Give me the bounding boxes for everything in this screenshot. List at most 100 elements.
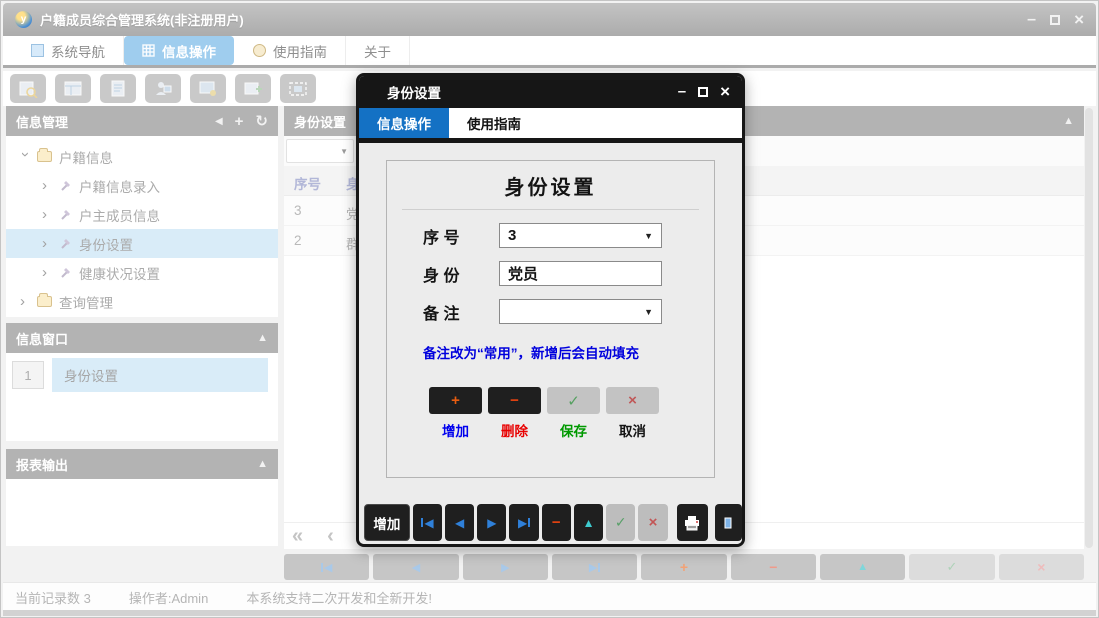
form-action-buttons: + − ✓ × [429,387,714,414]
toolbar-edit-button[interactable]: ▲ [574,504,603,541]
dialog-minimize-icon[interactable]: – [678,88,686,96]
form-table-button[interactable] [55,74,91,103]
dialog-tab-user-guide[interactable]: 使用指南 [449,108,539,138]
pager-first-icon[interactable]: « [292,525,303,548]
chevron-right-icon[interactable]: › [20,297,30,307]
snapshot-region-icon [288,81,308,97]
collapse-up-icon[interactable]: ▲ [257,332,268,344]
dropdown-arrow-icon[interactable]: ▼ [644,307,653,317]
add-record-button[interactable]: + [641,554,726,580]
search-book-icon [18,80,38,98]
close-icon[interactable]: × [1074,14,1084,26]
tool-icon [59,266,72,279]
tab-label: 系统导航 [51,41,105,61]
toolbar-first-button[interactable]: ◀ [413,504,442,541]
panel-title: 信息窗口 [16,329,68,348]
nav-tab-bar: 系统导航 信息操作 使用指南 关于 [3,36,1096,68]
dropdown-arrow-icon[interactable]: ▼ [644,231,653,241]
window-bottom-edge [3,610,1096,616]
dialog-close-icon[interactable]: × [720,86,730,98]
seq-select[interactable]: 3 ▼ [499,223,662,248]
next-record-button[interactable]: ▶ [463,554,548,580]
chevron-right-icon[interactable]: › [42,181,52,191]
toolbar-cancel-button[interactable]: × [638,504,667,541]
tab-system-nav[interactable]: 系统导航 [13,36,124,65]
delete-record-button[interactable]: − [731,554,816,580]
restore-icon[interactable] [1050,15,1060,25]
info-window-item-index[interactable]: 1 [12,361,44,389]
toolbar-prev-button[interactable]: ◀ [445,504,474,541]
toolbar-last-button[interactable]: ▶ [509,504,538,541]
chevron-right-icon[interactable]: › [42,239,52,249]
confirm-record-button[interactable]: ✓ [909,554,994,580]
guide-icon [253,44,266,57]
add-icon[interactable]: + [235,113,244,130]
tab-label: 关于 [364,41,391,61]
user-button[interactable] [145,74,181,103]
collapse-up-icon[interactable]: ▲ [1063,115,1074,127]
cross-icon: × [628,392,637,409]
add-button-label: 增加 [429,420,482,440]
dialog-maximize-icon[interactable] [698,87,708,97]
vertical-scrollbar[interactable] [1085,108,1093,548]
identity-input[interactable]: 党员 [499,261,662,286]
save-button[interactable]: ✓ [547,387,600,414]
toolbar-more-button[interactable] [715,504,742,541]
tree-item-identity-settings[interactable]: › 身份设置 [6,229,278,258]
tab-about[interactable]: 关于 [346,36,410,65]
form-title: 身份设置 [387,171,714,200]
collapse-left-icon[interactable]: ◀ [215,116,223,127]
tab-user-guide[interactable]: 使用指南 [235,36,346,65]
tree-item-health-settings[interactable]: › 健康状况设置 [6,258,278,287]
tree-item-household-members[interactable]: › 户主成员信息 [6,200,278,229]
chevron-right-icon[interactable]: › [42,210,52,220]
printer-icon [683,515,701,531]
operator-text: 操作者:Admin [129,588,208,607]
tool-icon [59,208,72,221]
window-add-button[interactable] [235,74,271,103]
record-nav-bar: ◀ ◀ ▶ ▶ + − ▲ ✓ × [284,554,1084,580]
info-window-item-label[interactable]: 身份设置 [52,358,268,392]
chevron-down-icon[interactable]: › [20,152,30,162]
refresh-icon[interactable]: ↻ [255,112,268,130]
tree-item-label: 身份设置 [79,234,133,254]
window-icon [199,81,218,97]
panel-title: 信息管理 [16,112,68,131]
toolbar-add-button[interactable]: 增加 [364,504,410,541]
column-header-seq[interactable]: 序号 [294,173,321,193]
delete-button[interactable]: − [488,387,541,414]
first-record-button[interactable]: ◀ [284,554,369,580]
snapshot-region-button[interactable] [280,74,316,103]
status-message-text: 本系统支持二次开发和全新开发! [246,588,432,607]
dialog-title-bar[interactable]: 身份设置 – × [359,76,742,108]
toolbar-delete-button[interactable]: − [542,504,571,541]
minimize-icon[interactable]: – [1027,15,1036,25]
last-record-button[interactable]: ▶ [552,554,637,580]
tree-item-hukou-entry[interactable]: › 户籍信息录入 [6,171,278,200]
chevron-right-icon[interactable]: › [42,268,52,278]
filter-dropdown[interactable]: ▼ [286,139,354,163]
tree-item-hukou-info[interactable]: › 户籍信息 [6,142,278,171]
main-panel-title: 身份设置 [294,112,346,131]
add-button[interactable]: + [429,387,482,414]
cancel-button[interactable]: × [606,387,659,414]
prev-record-button[interactable]: ◀ [373,554,458,580]
cancel-record-button[interactable]: × [999,554,1084,580]
remark-select[interactable]: ▼ [499,299,662,324]
dropdown-arrow-icon: ▼ [340,147,348,156]
identity-input-value: 党员 [508,263,538,284]
toolbar-next-button[interactable]: ▶ [477,504,506,541]
tab-info-operation[interactable]: 信息操作 [124,36,234,65]
pager-prev-icon[interactable]: ‹ [327,525,334,548]
remark-hint-text: 备注改为“常用”，新增后会自动填充 [423,342,702,362]
edit-record-button[interactable]: ▲ [820,554,905,580]
tree-item-query-management[interactable]: › 查询管理 [6,287,278,316]
dialog-tab-info-operation[interactable]: 信息操作 [359,108,449,138]
window-button[interactable] [190,74,226,103]
collapse-up-icon[interactable]: ▲ [257,458,268,470]
toolbar-confirm-button[interactable]: ✓ [606,504,635,541]
toolbar-print-button[interactable] [677,504,708,541]
search-book-button[interactable] [10,74,46,103]
document-button[interactable] [100,74,136,103]
info-window-item[interactable]: 1 身份设置 [12,358,268,392]
